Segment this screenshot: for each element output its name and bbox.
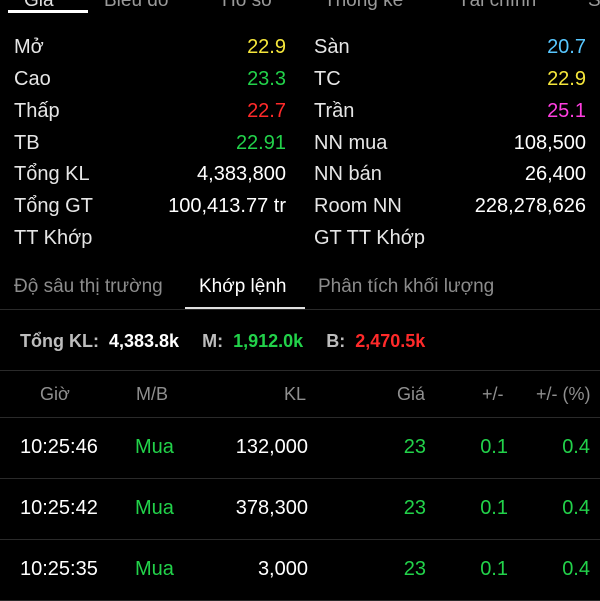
stat-value: 22.9 bbox=[247, 36, 286, 58]
stat-low: Thấp 22.7 bbox=[14, 96, 286, 126]
stat-label: Tổng KL bbox=[14, 163, 90, 185]
total-volume-label: Tổng KL: bbox=[20, 331, 99, 351]
top-tab-bar: Giá Biểu đồ Hồ sơ Thống kê Tài chính S bbox=[0, 0, 600, 14]
stat-label: Trần bbox=[314, 100, 355, 122]
cell-time: 10:25:35 bbox=[20, 558, 98, 580]
active-tab-indicator bbox=[8, 10, 88, 13]
stat-label: NN bán bbox=[314, 163, 382, 185]
stat-value: 4,383,800 bbox=[197, 163, 286, 185]
header-volume: KL bbox=[284, 384, 307, 404]
stat-total-value: Tổng GT 100,413.77 tr bbox=[14, 191, 286, 221]
stat-high: Cao 23.3 bbox=[14, 64, 286, 94]
header-side: M/B bbox=[136, 384, 169, 404]
stat-value: 228,278,626 bbox=[474, 195, 586, 217]
tab-matched-orders[interactable]: Khớp lệnh bbox=[199, 268, 286, 306]
cell-volume: 3,000 bbox=[257, 558, 308, 580]
cell-side: Mua bbox=[135, 558, 174, 580]
stat-matched-value-tt: GT TT Khớp bbox=[314, 223, 586, 253]
stat-foreign-sell: NN bán 26,400 bbox=[314, 159, 586, 189]
cell-price: 23 bbox=[403, 497, 426, 519]
sell-volume-value: 2,470.5k bbox=[355, 331, 426, 351]
stat-label: TC bbox=[314, 68, 341, 90]
stat-label: Tổng GT bbox=[14, 195, 93, 217]
cell-price: 23 bbox=[403, 558, 426, 580]
stat-label: Room NN bbox=[314, 195, 402, 217]
stat-label: Thấp bbox=[14, 100, 60, 122]
cell-change-pct: 0.4 bbox=[562, 436, 590, 458]
cell-change-pct: 0.4 bbox=[562, 558, 590, 580]
stat-label: NN mua bbox=[314, 132, 388, 154]
cell-change: 0.1 bbox=[480, 558, 508, 580]
header-change-pct: +/- (%) bbox=[536, 384, 591, 404]
cell-volume: 378,300 bbox=[235, 497, 308, 519]
stat-label: Mở bbox=[14, 36, 44, 58]
stat-foreign-room: Room NN 228,278,626 bbox=[314, 191, 586, 221]
stat-floor: Sàn 20.7 bbox=[314, 32, 586, 62]
matched-summary: Tổng KL: 4,383.8k M: 1,912.0k B: 2,470.5… bbox=[20, 328, 425, 354]
stat-label: Cao bbox=[14, 68, 51, 90]
tab-profile[interactable]: Hồ sơ bbox=[222, 0, 274, 12]
table-row[interactable]: 10:25:42 Mua 378,300 23 0.1 0.4 bbox=[0, 478, 600, 540]
stat-label: Sàn bbox=[314, 36, 350, 58]
tab-market-depth[interactable]: Độ sâu thị trường bbox=[14, 268, 163, 306]
cell-side: Mua bbox=[135, 436, 174, 458]
stat-total-volume: Tổng KL 4,383,800 bbox=[14, 159, 286, 189]
table-row[interactable]: 10:25:46 Mua 132,000 23 0.1 0.4 bbox=[0, 417, 600, 479]
buy-volume-value: 1,912.0k bbox=[233, 331, 304, 351]
stat-label: GT TT Khớp bbox=[314, 227, 425, 249]
cell-change-pct: 0.4 bbox=[562, 497, 590, 519]
stat-label: TT Khớp bbox=[14, 227, 93, 249]
stat-foreign-buy: NN mua 108,500 bbox=[314, 128, 586, 158]
stat-label: TB bbox=[14, 132, 40, 154]
stat-open: Mở 22.9 bbox=[14, 32, 286, 62]
sell-volume-label: B: bbox=[326, 331, 346, 351]
matched-table-header: Giờ M/B KL Giá +/- +/- (%) bbox=[0, 370, 600, 418]
stat-value: 108,500 bbox=[513, 132, 586, 154]
stat-value: 22.7 bbox=[247, 100, 286, 122]
buy-volume-label: M: bbox=[202, 331, 224, 351]
stat-value: 100,413.77 tr bbox=[168, 195, 286, 217]
stat-reference: TC 22.9 bbox=[314, 64, 586, 94]
cell-volume: 132,000 bbox=[235, 436, 308, 458]
stat-value: 22.9 bbox=[547, 68, 586, 90]
header-price: Giá bbox=[397, 384, 426, 404]
tab-statistics[interactable]: Thống kê bbox=[324, 0, 403, 12]
stat-value: 26,400 bbox=[524, 163, 586, 185]
cell-side: Mua bbox=[135, 497, 174, 519]
cell-change: 0.1 bbox=[480, 497, 508, 519]
stat-value: 23.3 bbox=[247, 68, 286, 90]
cell-time: 10:25:46 bbox=[20, 436, 98, 458]
cell-change: 0.1 bbox=[480, 436, 508, 458]
stat-value: 22.91 bbox=[235, 132, 286, 154]
tab-volume-analysis[interactable]: Phân tích khối lượng bbox=[318, 268, 494, 306]
cell-price: 23 bbox=[403, 436, 426, 458]
tab-more[interactable]: S bbox=[588, 0, 600, 12]
header-time: Giờ bbox=[40, 384, 70, 404]
stat-value: 25.1 bbox=[547, 100, 586, 122]
stat-ceiling: Trần 25.1 bbox=[314, 96, 586, 126]
sub-tab-bar: Độ sâu thị trường Khớp lệnh Phân tích kh… bbox=[0, 268, 600, 310]
total-volume-value: 4,383.8k bbox=[109, 331, 180, 351]
divider bbox=[0, 309, 600, 310]
stat-value: 20.7 bbox=[547, 36, 586, 58]
header-change: +/- bbox=[482, 384, 504, 404]
table-row[interactable]: 10:25:35 Mua 3,000 23 0.1 0.4 bbox=[0, 539, 600, 601]
stat-average: TB 22.91 bbox=[14, 128, 286, 158]
tab-finance[interactable]: Tài chính bbox=[458, 0, 536, 12]
cell-time: 10:25:42 bbox=[20, 497, 98, 519]
stat-matched-tt: TT Khớp bbox=[14, 223, 286, 253]
tab-chart[interactable]: Biểu đồ bbox=[104, 0, 168, 12]
